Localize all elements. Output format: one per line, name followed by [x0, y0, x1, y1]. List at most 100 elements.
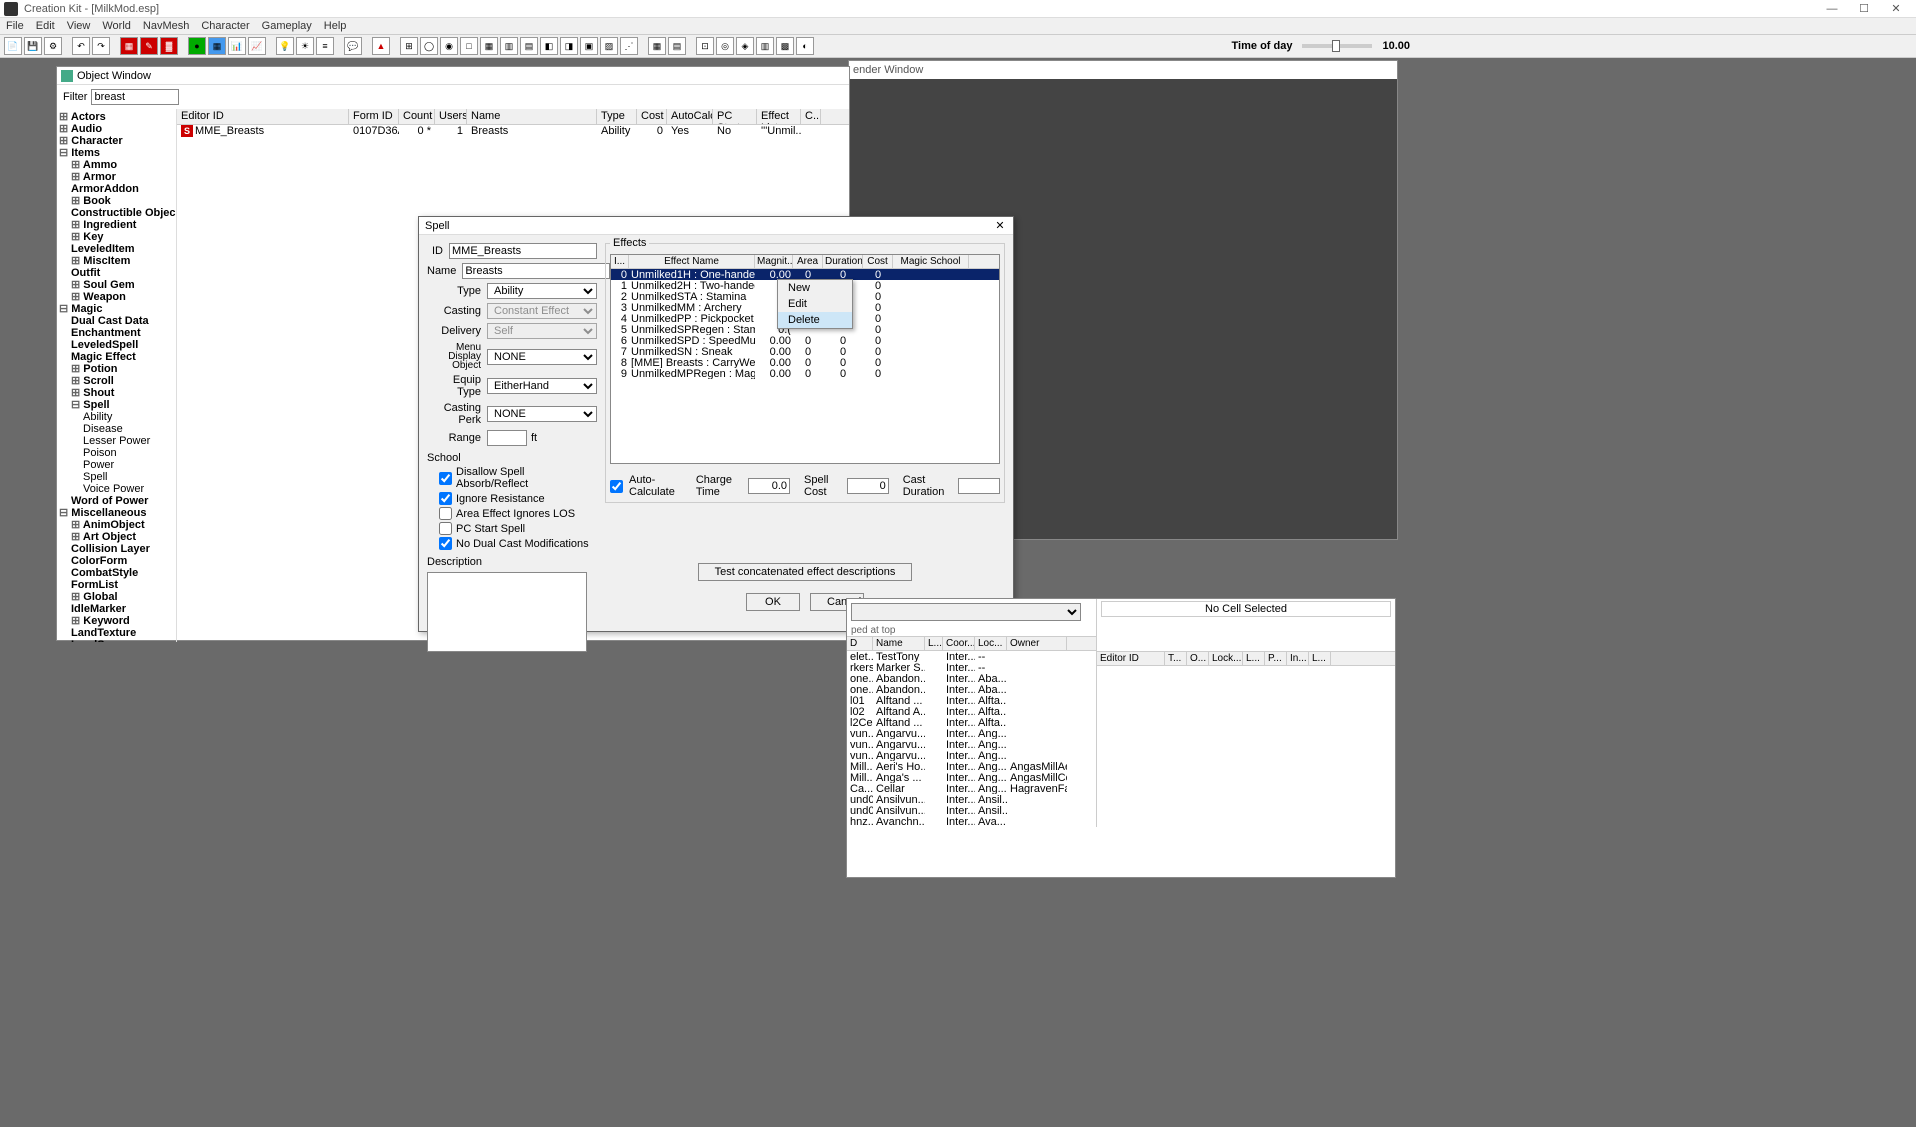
toolbar-icon[interactable]: ⊡ [696, 37, 714, 55]
effcol-school[interactable]: Magic School [893, 255, 969, 268]
cellcol-coor[interactable]: Coor... [943, 637, 975, 650]
menu-help[interactable]: Help [324, 20, 347, 32]
tree-node[interactable]: Ability [57, 411, 176, 423]
tree-node[interactable]: IdleMarker [57, 603, 176, 615]
toolbar-icon[interactable]: □ [460, 37, 478, 55]
col-c[interactable]: C... [801, 109, 821, 124]
toolbar-icon[interactable]: ▣ [580, 37, 598, 55]
filter-input[interactable] [91, 89, 179, 105]
toolbar-icon[interactable]: ⋰ [620, 37, 638, 55]
chk-disallow-absorb[interactable] [439, 472, 452, 485]
tree-node[interactable]: Ammo [57, 159, 176, 171]
toolbar-icon[interactable]: ⚙ [44, 37, 62, 55]
cell-row[interactable]: und01Ansilvun...Inter...Ansil... [847, 794, 1096, 805]
cellcol-l[interactable]: L... [925, 637, 943, 650]
ctx-edit[interactable]: Edit [778, 296, 852, 312]
rcol-in[interactable]: In... [1287, 652, 1309, 665]
toolbar-icon[interactable]: ↶ [72, 37, 90, 55]
cellcol-name[interactable]: Name [873, 637, 925, 650]
col-cost[interactable]: Cost [637, 109, 667, 124]
toolbar-icon[interactable]: 📄 [4, 37, 22, 55]
tree-node[interactable]: Poison [57, 447, 176, 459]
tree-node[interactable]: FormList [57, 579, 176, 591]
effcol-index[interactable]: I... [611, 255, 629, 268]
cell-row[interactable]: und02Ansilvun...Inter...Ansil... [847, 805, 1096, 816]
tree-node[interactable]: Keyword [57, 615, 176, 627]
rcol-l[interactable]: L... [1243, 652, 1265, 665]
tree-node[interactable]: Enchantment [57, 327, 176, 339]
tree-node[interactable]: Actors [57, 111, 176, 123]
toolbar-icon[interactable]: ▓ [160, 37, 178, 55]
tree-node[interactable]: MiscItem [57, 255, 176, 267]
toolbar-icon[interactable]: ✎ [140, 37, 158, 55]
tree-node[interactable]: Armor [57, 171, 176, 183]
cellcol-loc[interactable]: Loc... [975, 637, 1007, 650]
toolbar-icon[interactable]: 📈 [248, 37, 266, 55]
toolbar-icon[interactable]: 💬 [344, 37, 362, 55]
toolbar-icon[interactable]: ● [188, 37, 206, 55]
tree-node[interactable]: Outfit [57, 267, 176, 279]
rcol-o[interactable]: O... [1187, 652, 1209, 665]
cell-row[interactable]: l02Alftand A...Inter...Alfta... [847, 706, 1096, 717]
ctx-delete[interactable]: Delete [778, 312, 852, 328]
cell-row[interactable]: vun...Angarvu...Inter...Ang... [847, 750, 1096, 761]
toolbar-icon[interactable]: ⊞ [400, 37, 418, 55]
toolbar-icon[interactable]: ◈ [736, 37, 754, 55]
tree-node[interactable]: Magic [57, 303, 176, 315]
tree-node[interactable]: Items [57, 147, 176, 159]
range-input[interactable] [487, 430, 527, 446]
toolbar-icon[interactable]: ▤ [668, 37, 686, 55]
toolbar-icon[interactable]: ◧ [540, 37, 558, 55]
menu-navmesh[interactable]: NavMesh [143, 20, 189, 32]
spell-dialog-close[interactable]: ✕ [993, 219, 1007, 232]
type-select[interactable]: Ability [487, 283, 597, 299]
effect-row[interactable]: 8[MME] Breasts : CarryWei...0.00000 [611, 357, 999, 368]
chk-ignore-resistance[interactable] [439, 492, 452, 505]
chk-area-ignores-los[interactable] [439, 507, 452, 520]
toolbar-icon[interactable]: ▲ [372, 37, 390, 55]
menu-world[interactable]: World [102, 20, 131, 32]
toolbar-icon[interactable]: ▥ [756, 37, 774, 55]
tree-node[interactable]: Power [57, 459, 176, 471]
toolbar-icon[interactable]: ▩ [776, 37, 794, 55]
description-input[interactable] [427, 572, 587, 652]
toolbar-icon[interactable]: 💡 [276, 37, 294, 55]
menu-edit[interactable]: Edit [36, 20, 55, 32]
toolbar-icon[interactable]: ▥ [500, 37, 518, 55]
ok-button[interactable]: OK [746, 593, 800, 611]
menudisplay-select[interactable]: NONE [487, 349, 597, 365]
tree-node[interactable]: Audio [57, 123, 176, 135]
rcol-editorid[interactable]: Editor ID [1097, 652, 1165, 665]
toolbar-icon[interactable]: 💾 [24, 37, 42, 55]
tree-node[interactable]: Shout [57, 387, 176, 399]
test-concat-button[interactable]: Test concatenated effect descriptions [698, 563, 913, 581]
tree-node[interactable]: Collision Layer [57, 543, 176, 555]
cell-row[interactable]: hnz...Avanchn...Inter...Ava... [847, 816, 1096, 827]
tree-node[interactable]: Constructible Objec [57, 207, 176, 219]
toolbar-icon[interactable]: ◯ [420, 37, 438, 55]
effcol-name[interactable]: Effect Name [629, 255, 755, 268]
equip-select[interactable]: EitherHand [487, 378, 597, 394]
cell-row[interactable]: l01Alftand ...Inter...Alfta... [847, 695, 1096, 706]
time-slider[interactable] [1302, 44, 1372, 48]
col-form-id[interactable]: Form ID [349, 109, 399, 124]
tree-node[interactable]: Scroll [57, 375, 176, 387]
col-type[interactable]: Type [597, 109, 637, 124]
tree-node[interactable]: LeveledItem [57, 243, 176, 255]
tree-node[interactable]: Art Object [57, 531, 176, 543]
toolbar-icon[interactable]: ◐ [796, 37, 814, 55]
tree-node[interactable]: Key [57, 231, 176, 243]
perk-select[interactable]: NONE [487, 406, 597, 422]
effect-row[interactable]: 6UnmilkedSPD : SpeedMult0.00000 [611, 335, 999, 346]
col-editor-id[interactable]: Editor ID [177, 109, 349, 124]
cell-row[interactable]: Mill...Aeri's Ho...Inter...Ang...AngasMi… [847, 761, 1096, 772]
effect-row[interactable]: 7UnmilkedSN : Sneak0.00000 [611, 346, 999, 357]
effcol-magnitude[interactable]: Magnit... [755, 255, 793, 268]
effcol-area[interactable]: Area [793, 255, 823, 268]
toolbar-icon[interactable]: ▦ [208, 37, 226, 55]
close-button[interactable]: ✕ [1890, 3, 1902, 15]
tree-node[interactable]: Ingredient [57, 219, 176, 231]
tree-node[interactable]: ColorForm [57, 555, 176, 567]
cell-row[interactable]: one...Abandon...Inter...Aba... [847, 684, 1096, 695]
tree-node[interactable]: CombatStyle [57, 567, 176, 579]
